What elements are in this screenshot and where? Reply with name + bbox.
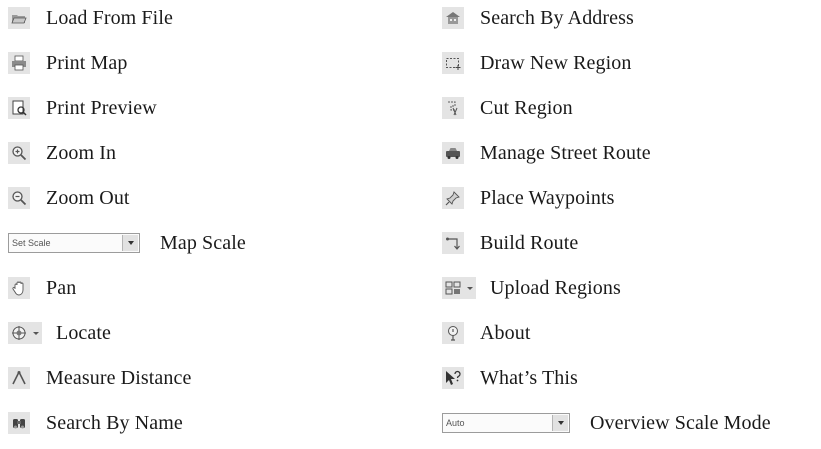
legend-label: Overview Scale Mode (590, 412, 771, 434)
map-scale-dropdown-value: Set Scale (12, 238, 51, 248)
map-scale-dropdown[interactable]: Set Scale (8, 233, 140, 253)
legend-label: Locate (56, 322, 112, 344)
building-icon[interactable] (442, 7, 464, 29)
overview-scale-mode-dropdown[interactable]: Auto (442, 413, 570, 433)
legend-row-draw-new-region: Draw New Region (434, 48, 631, 78)
legend-label: What’s This (480, 367, 578, 389)
legend-row-print-map: Print Map (0, 48, 127, 78)
chevron-down-icon[interactable] (122, 235, 138, 251)
legend-label: Search By Name (46, 412, 183, 434)
upload-regions-icon[interactable] (442, 277, 464, 299)
legend-row-manage-street-route: Manage Street Route (434, 138, 651, 168)
legend-row-locate: Locate (0, 318, 111, 348)
legend-row-place-waypoints: Place Waypoints (434, 183, 615, 213)
printer-icon[interactable] (8, 52, 30, 74)
print-preview-icon[interactable] (8, 97, 30, 119)
locate-icon[interactable] (8, 322, 30, 344)
chevron-down-icon[interactable] (552, 415, 568, 431)
legend-label: Pan (46, 277, 77, 299)
legend-row-cut-region: Cut Region (434, 93, 573, 123)
legend-row-overview-scale-mode: Auto Overview Scale Mode (434, 408, 771, 438)
zoom-out-icon[interactable] (8, 187, 30, 209)
legend-label: About (480, 322, 531, 344)
draw-region-icon[interactable] (442, 52, 464, 74)
legend-label: Manage Street Route (480, 142, 651, 164)
legend-row-build-route: Build Route (434, 228, 578, 258)
overview-scale-mode-dropdown-value: Auto (446, 418, 465, 428)
legend-label: Search By Address (480, 7, 634, 29)
legend-label: Cut Region (480, 97, 573, 119)
upload-regions-split-button[interactable] (442, 277, 476, 299)
legend-row-search-by-name: Search By Name (0, 408, 183, 438)
cut-region-icon[interactable] (442, 97, 464, 119)
zoom-in-icon[interactable] (8, 142, 30, 164)
legend-label: Zoom In (46, 142, 117, 164)
legend-label: Print Preview (46, 97, 157, 119)
dropdown-arrow-icon[interactable] (30, 322, 42, 344)
legend-label: Map Scale (160, 232, 246, 254)
legend-label: Draw New Region (480, 52, 632, 74)
legend-label: Print Map (46, 52, 128, 74)
legend-row-print-preview: Print Preview (0, 93, 157, 123)
open-folder-icon[interactable] (8, 7, 30, 29)
legend-label: Measure Distance (46, 367, 192, 389)
legend-label: Place Waypoints (480, 187, 615, 209)
route-icon[interactable] (442, 232, 464, 254)
about-icon[interactable] (442, 322, 464, 344)
legend-row-upload-regions: Upload Regions (434, 273, 621, 303)
legend-label: Zoom Out (46, 187, 130, 209)
legend-row-zoom-in: Zoom In (0, 138, 116, 168)
car-icon[interactable] (442, 142, 464, 164)
legend-row-pan: Pan (0, 273, 76, 303)
legend-label: Load From File (46, 7, 173, 29)
legend-label: Build Route (480, 232, 579, 254)
legend-row-zoom-out: Zoom Out (0, 183, 130, 213)
legend-row-load-from-file: Load From File (0, 3, 173, 33)
legend-row-map-scale: Set Scale Map Scale (0, 228, 246, 258)
legend-row-about: About (434, 318, 531, 348)
locate-split-button[interactable] (8, 322, 42, 344)
waypoint-pin-icon[interactable] (442, 187, 464, 209)
legend-row-whats-this: What’s This (434, 363, 578, 393)
legend-label: Upload Regions (490, 277, 621, 299)
dropdown-arrow-icon[interactable] (464, 277, 476, 299)
hand-icon[interactable] (8, 277, 30, 299)
legend-row-measure-distance: Measure Distance (0, 363, 191, 393)
measure-icon[interactable] (8, 367, 30, 389)
binoculars-icon[interactable] (8, 412, 30, 434)
legend-row-search-by-address: Search By Address (434, 3, 634, 33)
whats-this-icon[interactable] (442, 367, 464, 389)
